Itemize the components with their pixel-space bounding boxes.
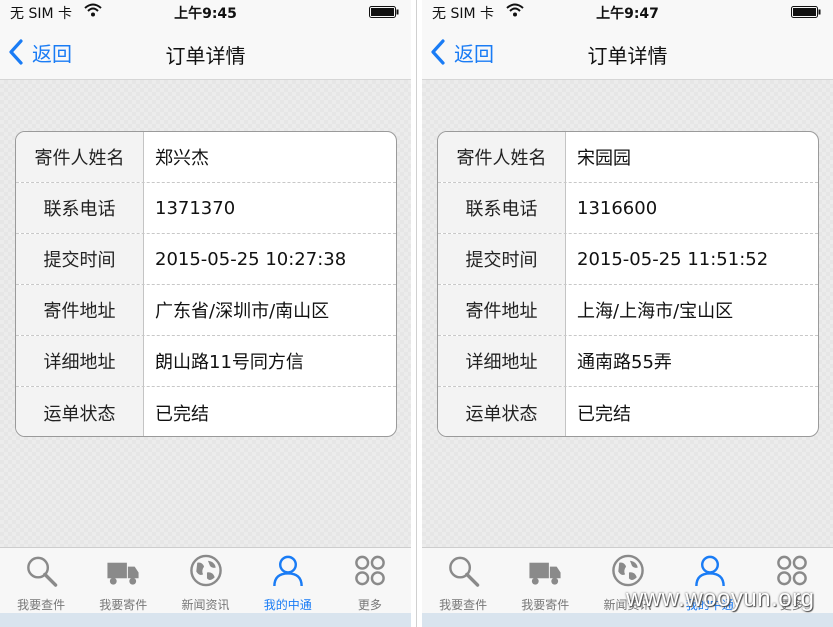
page-title: 订单详情 xyxy=(587,44,668,68)
detail-row: 寄件人姓名 宋园园 xyxy=(438,132,818,183)
truck-icon xyxy=(529,562,561,585)
detail-value: 通南路55弄 xyxy=(577,352,672,373)
detail-label: 联系电话 xyxy=(16,183,144,233)
detail-value: 宋园园 xyxy=(577,148,631,169)
page-title: 订单详情 xyxy=(165,44,246,68)
tab-truck[interactable]: 我要寄件 xyxy=(82,548,164,613)
status-bar: 无 SIM 卡 上午9:45 xyxy=(0,0,411,24)
detail-value: 广东省/深圳市/南山区 xyxy=(155,301,330,322)
detail-value: 1316600 xyxy=(577,197,658,219)
detail-row: 寄件人姓名 郑兴杰 xyxy=(16,132,396,183)
detail-label: 详细地址 xyxy=(16,336,144,386)
detail-value: 2015-05-25 10:27:38 xyxy=(155,248,347,270)
user-icon xyxy=(694,555,725,587)
tab-more[interactable]: 更多 xyxy=(329,548,411,613)
detail-row: 寄件地址 上海/上海市/宝山区 xyxy=(438,285,818,336)
detail-row: 联系电话 1316600 xyxy=(438,183,818,234)
battery-icon xyxy=(791,6,821,18)
tab-label: 我要查件 xyxy=(439,598,488,612)
status-bar: 无 SIM 卡 上午9:47 xyxy=(422,0,833,24)
top-bar: 无 SIM 卡 上午9:45 返回 订单详情 xyxy=(0,0,411,80)
detail-row: 提交时间 2015-05-25 10:27:38 xyxy=(16,234,396,285)
detail-row: 寄件地址 广东省/深圳市/南山区 xyxy=(16,285,396,336)
tab-search[interactable]: 我要查件 xyxy=(422,548,504,613)
more-icon xyxy=(355,555,385,586)
clock: 上午9:47 xyxy=(596,6,659,22)
tab-label: 我要寄件 xyxy=(99,598,148,612)
detail-row: 提交时间 2015-05-25 11:51:52 xyxy=(438,234,818,285)
detail-label: 寄件地址 xyxy=(16,285,144,335)
tab-label: 我的中通 xyxy=(263,598,312,612)
clock: 上午9:45 xyxy=(174,6,237,22)
order-detail-card: 寄件人姓名 宋园园 联系电话 1316600 提交时间 2015-05-25 11:51:… xyxy=(437,131,819,437)
tab-label: 我要寄件 xyxy=(521,598,570,612)
globe-icon xyxy=(611,554,644,587)
order-detail-card: 寄件人姓名 郑兴杰 联系电话 1371370 提交时间 2015-05-25 10:27:… xyxy=(15,131,397,437)
tab-label: 我要查件 xyxy=(17,598,66,612)
phone-screen-right: 无 SIM 卡 上午9:47 返回 订单详情 寄件人姓名 宋园园 联系电话 13… xyxy=(422,0,833,627)
detail-value: 上海/上海市/宝山区 xyxy=(577,301,734,322)
detail-value: 2015-05-25 11:51:52 xyxy=(577,248,769,270)
top-bar: 无 SIM 卡 上午9:47 返回 订单详情 xyxy=(422,0,833,80)
detail-value: 已完结 xyxy=(155,403,209,425)
search-icon xyxy=(27,556,58,587)
detail-label: 提交时间 xyxy=(438,234,566,284)
tab-label: 更多 xyxy=(357,598,382,612)
screen-divider xyxy=(411,0,422,627)
bottom-strip xyxy=(422,613,833,627)
more-icon xyxy=(777,555,807,586)
detail-label: 寄件地址 xyxy=(438,285,566,335)
tab-globe[interactable]: 新闻资讯 xyxy=(164,548,246,613)
detail-row: 运单状态 已完结 xyxy=(16,387,396,436)
phone-screen-left: 无 SIM 卡 上午9:45 返回 订单详情 寄件人姓名 郑兴杰 联系电话 13… xyxy=(0,0,411,627)
detail-label: 寄件人姓名 xyxy=(16,132,144,182)
nav-bar: 返回 订单详情 xyxy=(422,24,833,80)
detail-row: 联系电话 1371370 xyxy=(16,183,396,234)
bottom-strip xyxy=(0,613,411,627)
detail-label: 运单状态 xyxy=(438,387,566,436)
watermark: www.wooyun.org xyxy=(626,585,815,612)
search-icon xyxy=(449,556,480,587)
detail-value: 1371370 xyxy=(155,197,236,219)
detail-value: 朗山路11号同方信 xyxy=(155,352,304,373)
detail-label: 提交时间 xyxy=(16,234,144,284)
user-icon xyxy=(272,555,303,587)
detail-value: 已完结 xyxy=(577,403,631,425)
tab-bar: 我要查件 我要寄件 新闻资讯 我的中通 更多 xyxy=(0,547,411,613)
detail-row: 详细地址 通南路55弄 xyxy=(438,336,818,387)
nav-bar: 返回 订单详情 xyxy=(0,24,411,80)
truck-icon xyxy=(107,562,139,585)
battery-icon xyxy=(369,6,399,18)
tab-user[interactable]: 我的中通 xyxy=(247,548,329,613)
detail-label: 联系电话 xyxy=(438,183,566,233)
detail-label: 详细地址 xyxy=(438,336,566,386)
detail-value: 郑兴杰 xyxy=(155,148,209,169)
detail-row: 运单状态 已完结 xyxy=(438,387,818,436)
globe-icon xyxy=(189,554,222,587)
tab-search[interactable]: 我要查件 xyxy=(0,548,82,613)
tab-label: 新闻资讯 xyxy=(181,598,230,612)
detail-label: 寄件人姓名 xyxy=(438,132,566,182)
tab-truck[interactable]: 我要寄件 xyxy=(504,548,586,613)
detail-label: 运单状态 xyxy=(16,387,144,436)
detail-row: 详细地址 朗山路11号同方信 xyxy=(16,336,396,387)
